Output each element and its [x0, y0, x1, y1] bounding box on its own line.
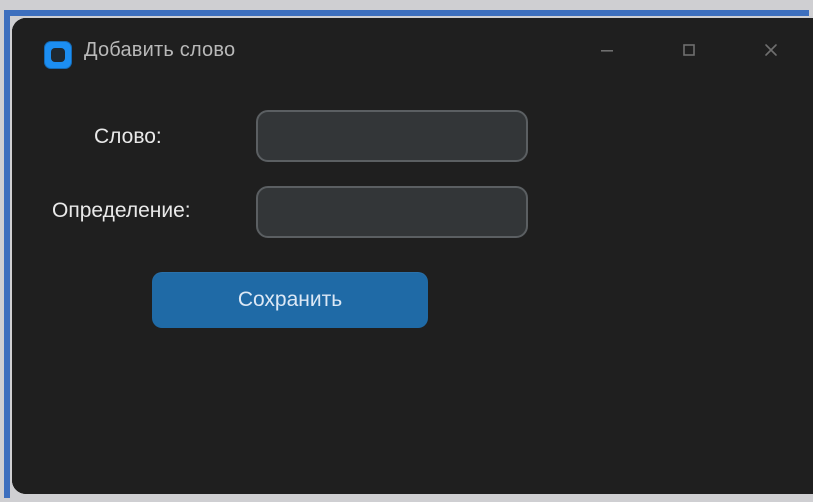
minimize-icon — [597, 40, 617, 65]
save-button[interactable]: Сохранить — [152, 272, 428, 328]
dialog-content: Слово: Определение: Сохранить — [12, 88, 813, 494]
definition-input[interactable] — [256, 186, 528, 238]
maximize-icon — [679, 40, 699, 65]
maximize-button[interactable] — [657, 36, 721, 68]
close-button[interactable] — [739, 36, 803, 68]
word-label: Слово: — [94, 125, 162, 148]
word-input[interactable] — [256, 110, 528, 162]
close-icon — [761, 40, 781, 65]
app-icon — [44, 41, 72, 69]
definition-label: Определение: — [52, 199, 191, 222]
title-bar[interactable]: Добавить слово — [12, 18, 813, 88]
window-title: Добавить слово — [84, 39, 236, 61]
app-window: Добавить слово Слово: Определение: Сохра… — [12, 18, 813, 494]
minimize-button[interactable] — [575, 36, 639, 68]
window-controls — [575, 36, 803, 68]
